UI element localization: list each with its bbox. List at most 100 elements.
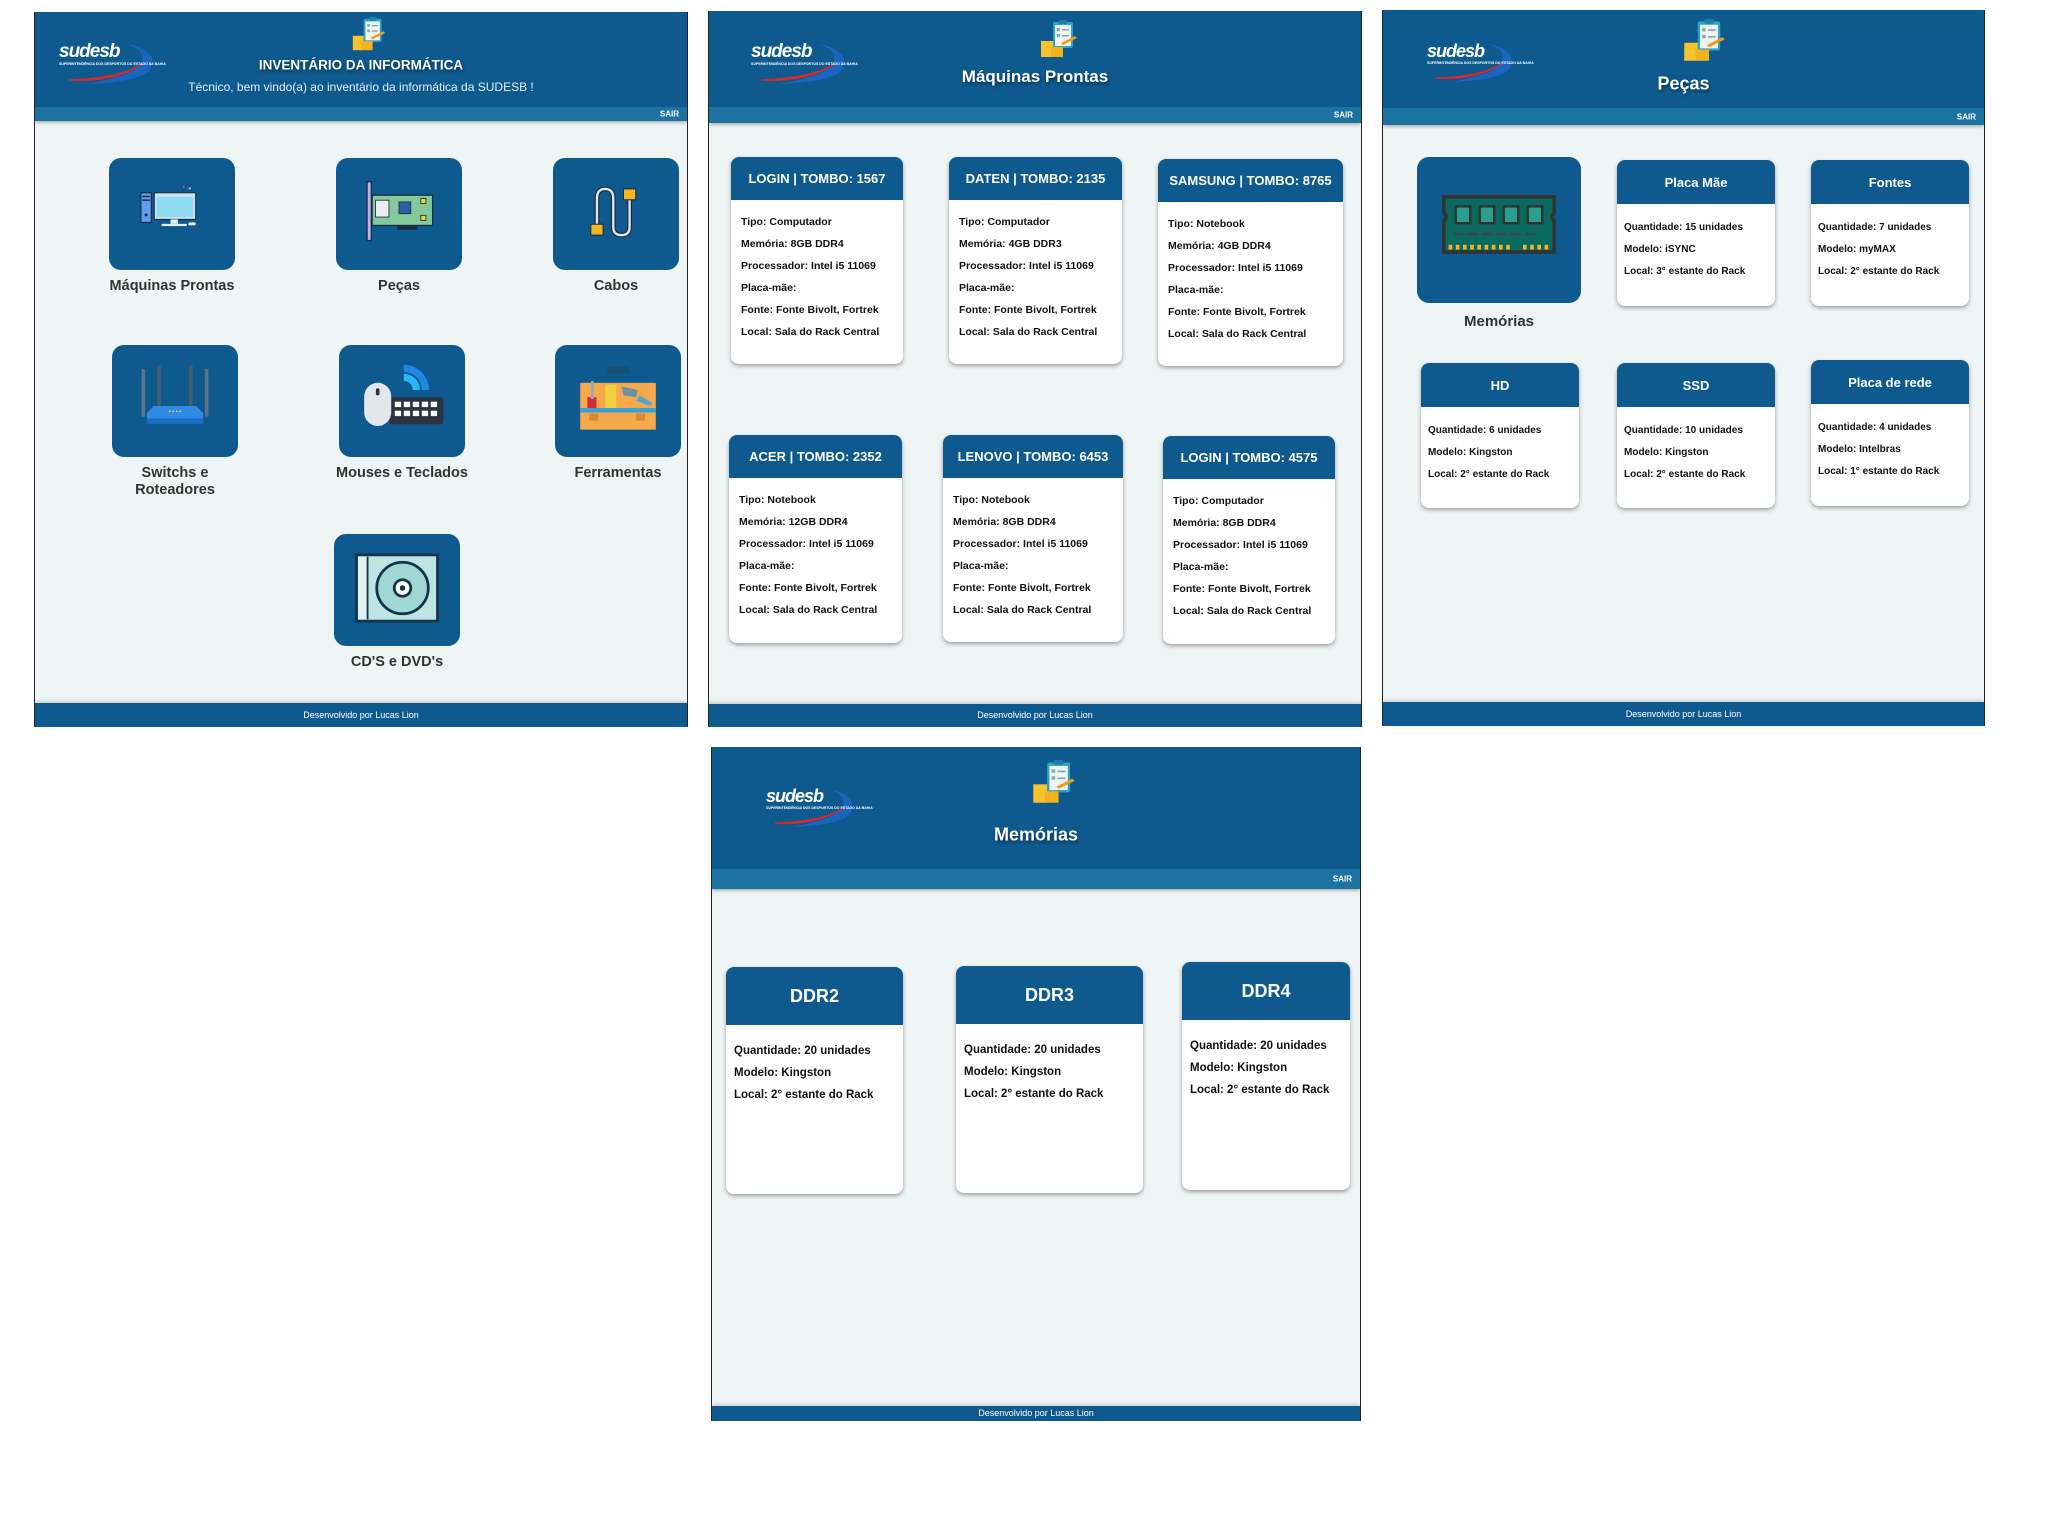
inventory-card[interactable]: DDR3 Quantidade: 20 unidades Modelo: Kings… (956, 966, 1143, 1193)
card-header: Fontes (1811, 160, 1969, 204)
card-detail: Memória: 4GB DDR4 (1168, 240, 1271, 252)
card-detail: Placa-mãe: (739, 560, 795, 572)
inventory-card[interactable]: HD Quantidade: 6 unidades Modelo: Kingston… (1421, 363, 1579, 508)
cable-icon (582, 177, 650, 252)
category-tile-disc[interactable] (334, 534, 460, 646)
card-detail: Tipo: Notebook (953, 494, 1030, 506)
category-tile-desktop-computer[interactable] (109, 158, 235, 270)
ram-module-icon (1439, 192, 1559, 269)
memories-screen: sudesb SUPERINTENDÊNCIA DOS DESPORTOS DO … (711, 747, 1361, 1421)
card-detail: Modelo: Kingston (964, 1066, 1062, 1078)
card-detail: Processador: Intel i5 11069 (953, 538, 1088, 550)
card-detail: Quantidade: 20 unidades (734, 1045, 871, 1057)
logo-subtext: SUPERINTENDÊNCIA DOS DESPORTOS DO ESTADO… (751, 62, 858, 66)
header: sudesb SUPERINTENDÊNCIA DOS DESPORTOS DO … (35, 12, 687, 107)
logo-subtext: SUPERINTENDÊNCIA DOS DESPORTOS DO ESTADO… (1427, 61, 1534, 65)
inventory-card[interactable]: DDR2 Quantidade: 20 unidades Modelo: Kings… (726, 967, 903, 1194)
footer: Desenvolvido por Lucas Lion (1383, 702, 1984, 726)
card-detail: Memória: 4GB DDR3 (959, 238, 1062, 250)
card-detail: Processador: Intel i5 11069 (959, 260, 1094, 272)
card-detail: Local: 2° estante do Rack (964, 1088, 1104, 1100)
network-card-icon (357, 178, 441, 251)
logout-link[interactable]: SAIR (1957, 112, 1976, 121)
header: sudesb SUPERINTENDÊNCIA DOS DESPORTOS DO … (1383, 10, 1984, 108)
card-detail: Memória: 8GB DDR4 (1173, 517, 1276, 529)
card-header: ACER | TOMBO: 2352 (729, 435, 902, 478)
category-label[interactable]: CD'S e DVD's (297, 654, 497, 671)
category-label[interactable]: Máquinas Prontas (72, 278, 272, 295)
category-label[interactable]: Cabos (516, 278, 687, 295)
card-header: HD (1421, 363, 1579, 407)
logo-wordmark: sudesb (751, 41, 813, 62)
card-detail: Memória: 12GB DDR4 (739, 516, 848, 528)
card-detail: Tipo: Computador (959, 216, 1050, 228)
inventory-card[interactable]: LOGIN | TOMBO: 1567 Tipo: Computador Memór… (731, 157, 903, 364)
card-detail: Processador: Intel i5 11069 (741, 260, 876, 272)
card-detail: Local: 3° estante do Rack (1624, 266, 1746, 277)
card-detail: Quantidade: 15 unidades (1624, 222, 1743, 233)
card-detail: Modelo: Kingston (734, 1067, 832, 1079)
inventory-card[interactable]: Fontes Quantidade: 7 unidades Modelo: myMA… (1811, 160, 1969, 306)
card-header: Placa de rede (1811, 360, 1969, 404)
card-detail: Fonte: Fonte Bivolt, Fortrek (953, 582, 1091, 594)
category-tile-network-card[interactable] (336, 158, 462, 270)
desktop-computer-icon (135, 182, 209, 247)
card-detail: Local: 2° estante do Rack (1190, 1084, 1330, 1096)
card-header: DDR2 (726, 967, 903, 1025)
inventory-card[interactable]: LOGIN | TOMBO: 4575 Tipo: Computador Memór… (1163, 436, 1335, 644)
parts-screen: sudesb SUPERINTENDÊNCIA DOS DESPORTOS DO … (1382, 10, 1985, 726)
category-tile-mouse-keyboard[interactable] (339, 345, 465, 457)
page-title: Peças (1657, 73, 1710, 94)
card-detail: Fonte: Fonte Bivolt, Fortrek (1168, 306, 1306, 318)
inventory-card[interactable]: SAMSUNG | TOMBO: 8765 Tipo: Notebook Memór… (1158, 159, 1343, 366)
inventory-card[interactable]: ACER | TOMBO: 2352 Tipo: Notebook Memória:… (729, 435, 902, 643)
inventory-card[interactable]: DATEN | TOMBO: 2135 Tipo: Computador Memór… (949, 157, 1122, 364)
card-detail: Local: 2° estante do Rack (734, 1089, 874, 1101)
card-header: LOGIN | TOMBO: 4575 (1163, 436, 1335, 479)
card-detail: Modelo: Kingston (1190, 1062, 1288, 1074)
card-detail: Local: Sala do Rack Central (959, 326, 1098, 338)
card-detail: Processador: Intel i5 11069 (739, 538, 874, 550)
category-label[interactable]: Ferramentas (518, 465, 687, 482)
card-detail: Placa-mãe: (953, 560, 1009, 572)
category-tile-router[interactable] (112, 345, 238, 457)
logout-link[interactable]: SAIR (1334, 111, 1353, 120)
category-label[interactable]: Memórias (1399, 313, 1599, 330)
logo-wordmark: sudesb (1427, 41, 1485, 61)
disc-icon (351, 548, 443, 633)
card-detail: Modelo: iSYNC (1624, 244, 1696, 255)
footer: Desenvolvido por Lucas Lion (712, 1406, 1360, 1421)
page-title: INVENTÁRIO DA INFORMÁTICA (258, 57, 464, 73)
category-tile-memorias[interactable] (1417, 157, 1581, 303)
inventory-card[interactable]: DDR4 Quantidade: 20 unidades Modelo: Kings… (1182, 962, 1350, 1190)
card-header: DDR3 (956, 966, 1143, 1024)
logo-wordmark: sudesb (766, 786, 824, 806)
card-detail: Quantidade: 10 unidades (1624, 425, 1743, 436)
inventory-clipboard-icon (1031, 759, 1077, 805)
card-detail: Tipo: Computador (741, 216, 832, 228)
card-detail: Memória: 8GB DDR4 (953, 516, 1056, 528)
page-title: Máquinas Prontas (961, 67, 1109, 86)
card-detail: Processador: Intel i5 11069 (1168, 262, 1303, 274)
card-detail: Fonte: Fonte Bivolt, Fortrek (741, 304, 879, 316)
mouse-keyboard-icon (357, 362, 447, 441)
card-detail: Modelo: Kingston (1428, 447, 1513, 458)
category-tile-toolbox[interactable] (555, 345, 681, 457)
logo-subtext: SUPERINTENDÊNCIA DOS DESPORTOS DO ESTADO… (766, 806, 873, 810)
inventory-card[interactable]: Placa Mãe Quantidade: 15 unidades Modelo: … (1617, 160, 1775, 306)
category-tile-cable[interactable] (553, 158, 679, 270)
nav-bar: SAIR (35, 107, 687, 121)
toolbox-icon (572, 363, 664, 440)
inventory-card[interactable]: LENOVO | TOMBO: 6453 Tipo: Notebook Memóri… (943, 435, 1123, 642)
sudesb-logo: sudesb SUPERINTENDÊNCIA DOS DESPORTOS DO … (762, 785, 873, 828)
inventory-card[interactable]: Placa de rede Quantidade: 4 unidades Model… (1811, 360, 1969, 506)
category-label[interactable]: Mouses e Teclados (302, 465, 502, 482)
logout-link[interactable]: SAIR (1333, 875, 1352, 884)
logout-link[interactable]: SAIR (660, 110, 679, 119)
inventory-card[interactable]: SSD Quantidade: 10 unidades Modelo: Kingst… (1617, 363, 1775, 508)
card-detail: Local: Sala do Rack Central (1168, 328, 1307, 340)
inventory-clipboard-icon (351, 16, 387, 52)
inventory-clipboard-icon (1682, 18, 1727, 63)
category-label[interactable]: Peças (299, 278, 499, 295)
category-label[interactable]: Switchs e Roteadores (120, 465, 230, 499)
